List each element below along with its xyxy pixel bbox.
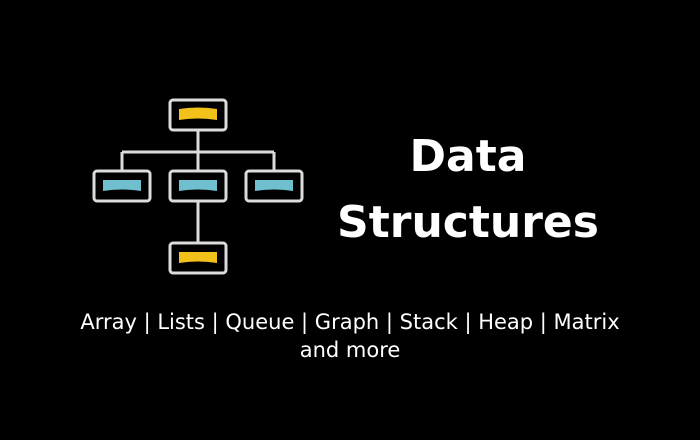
topics-line-1: Array | Lists | Queue | Graph | Stack | … <box>80 310 620 334</box>
tree-node-bottom <box>168 241 228 275</box>
tree-node-right <box>244 169 304 203</box>
topics-line-2: and more <box>299 338 401 362</box>
tree-node-center <box>168 169 228 203</box>
title-line-1: Data <box>409 131 527 182</box>
tree-node-root <box>168 98 228 132</box>
banner: Data Structures Array | Lists | Queue | … <box>0 0 700 440</box>
tree-diagram-icon <box>92 98 304 275</box>
page-title: Data Structures <box>318 124 618 256</box>
topics-list: Array | Lists | Queue | Graph | Stack | … <box>30 308 670 364</box>
title-line-2: Structures <box>337 197 599 248</box>
tree-node-left <box>92 169 152 203</box>
